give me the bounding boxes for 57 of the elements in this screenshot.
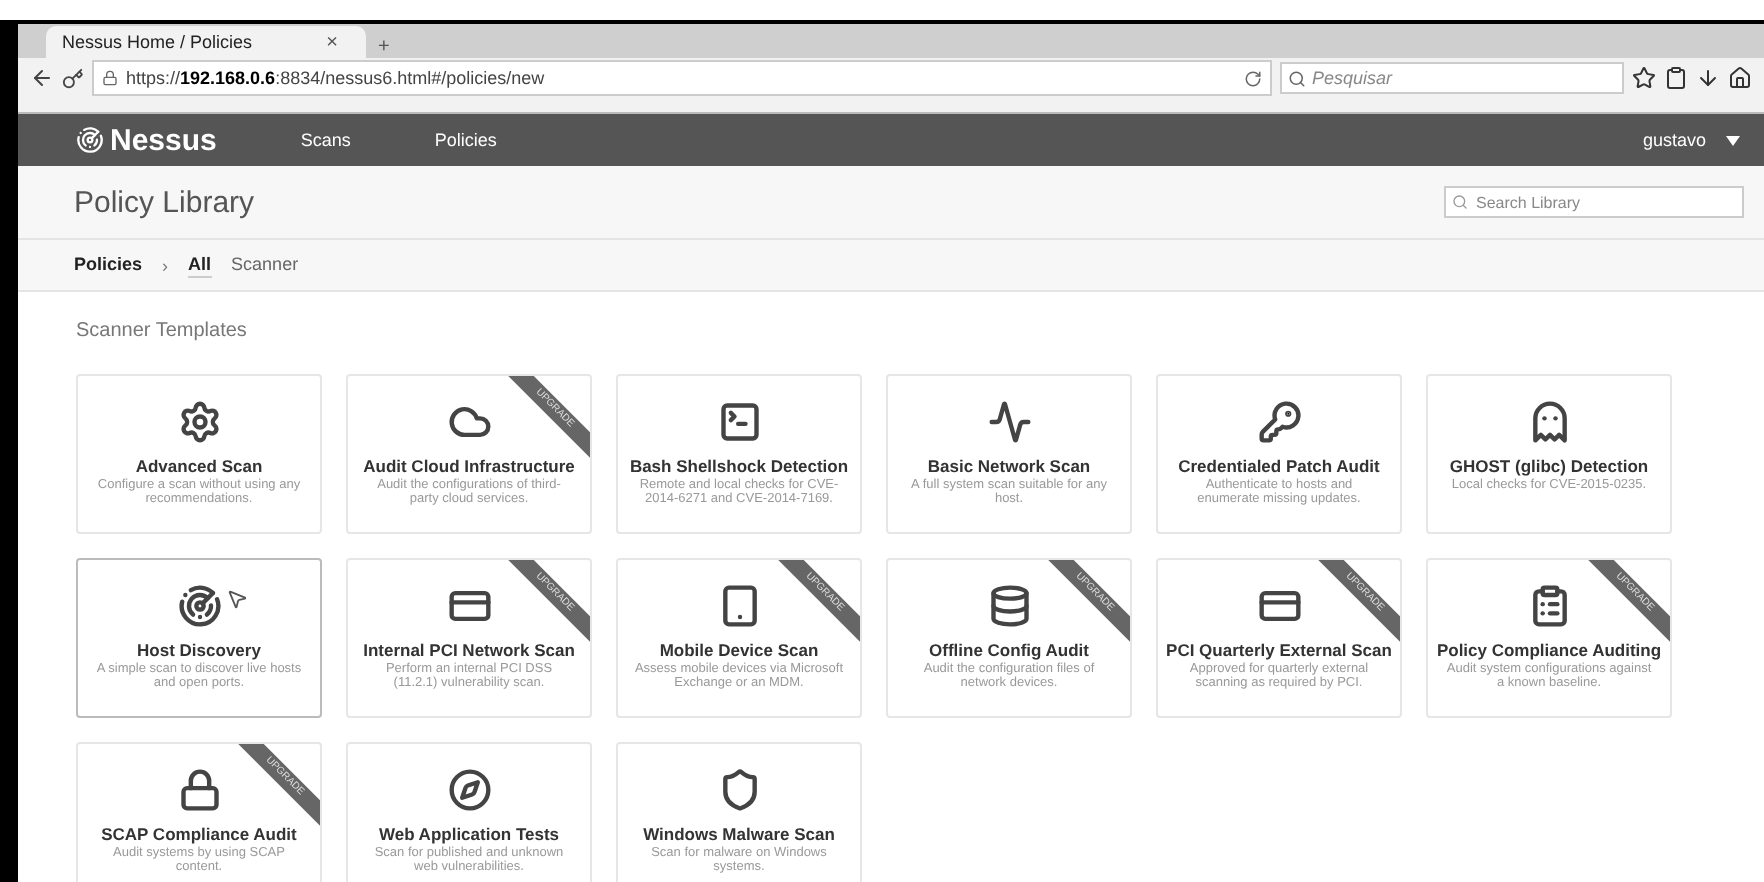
caret-icon[interactable] [1726,135,1740,145]
logo[interactable]: Nessus [110,123,217,157]
search-icon [1452,194,1468,210]
nav-link[interactable]: Policies [434,130,497,150]
template-title: Host Discovery [137,640,261,660]
tab-close-button[interactable]: × [314,31,350,53]
template-title: Internal PCI Network Scan [363,640,575,660]
download-icon[interactable] [1696,66,1720,90]
template-title: PCI Quarterly External Scan [1166,640,1392,660]
template-title: Offline Config Audit [929,640,1089,660]
radar-icon [177,584,221,628]
template-title: SCAP Compliance Audit [101,824,297,844]
ghost-icon [1527,400,1571,444]
tablet-icon [717,584,761,628]
template-title: GHOST (glibc) Detection [1449,456,1649,476]
template-title: Bash Shellshock Detection [629,456,849,476]
star-icon[interactable] [1632,66,1656,90]
database-icon [987,584,1031,628]
compass-icon [447,768,491,812]
cursor-icon [226,588,248,610]
lock-icon [102,70,118,86]
tab-title: Nessus Home / Policies [62,32,255,52]
browser-search-field[interactable]: Pesquisar [1280,62,1624,94]
logo-icon [76,126,104,154]
gears-icon [177,400,221,444]
browser-tab[interactable]: Nessus Home / Policies × [46,26,366,58]
user-menu[interactable]: gustavo [1642,130,1706,150]
breadcrumb-link[interactable]: Scanner [231,253,299,277]
terminal-icon [717,400,761,444]
template-title: Windows Malware Scan [643,824,835,844]
nav-link[interactable]: Scans [300,130,351,150]
template-title: Audit Cloud Infrastructure [363,456,575,476]
template-title: Basic Network Scan [927,456,1091,476]
pulse-icon [987,400,1031,444]
breadcrumb-separator: › [162,255,169,275]
page-title: Policy Library [74,185,257,219]
clipboard-icon[interactable] [1664,66,1688,90]
key-icon[interactable] [62,67,84,89]
lock-icon [177,768,221,812]
template-title: Mobile Device Scan [659,640,819,660]
template-title: Credentialed Patch Audit [1178,456,1380,476]
address-field[interactable]: https://192.168.0.6:8834/nessus6.html#/policies/new [92,60,1272,96]
breadcrumb-link[interactable]: Policies [74,253,143,277]
shield-icon [717,768,761,812]
library-search-field[interactable]: Search Library [1444,186,1744,218]
breadcrumb-link[interactable]: All [188,253,212,277]
clipboard-icon [1527,584,1571,628]
section-title: Scanner Templates [76,320,249,342]
key-icon [1257,400,1301,444]
search-icon [1288,70,1306,88]
home-icon[interactable] [1728,66,1752,90]
template-title: Advanced Scan [135,456,263,476]
template-title: Web Application Tests [378,824,560,844]
new-tab-button[interactable]: + [366,36,402,58]
back-icon[interactable] [30,66,54,90]
reload-icon[interactable] [1244,69,1262,87]
template-title: Policy Compliance Auditing [1436,640,1662,660]
